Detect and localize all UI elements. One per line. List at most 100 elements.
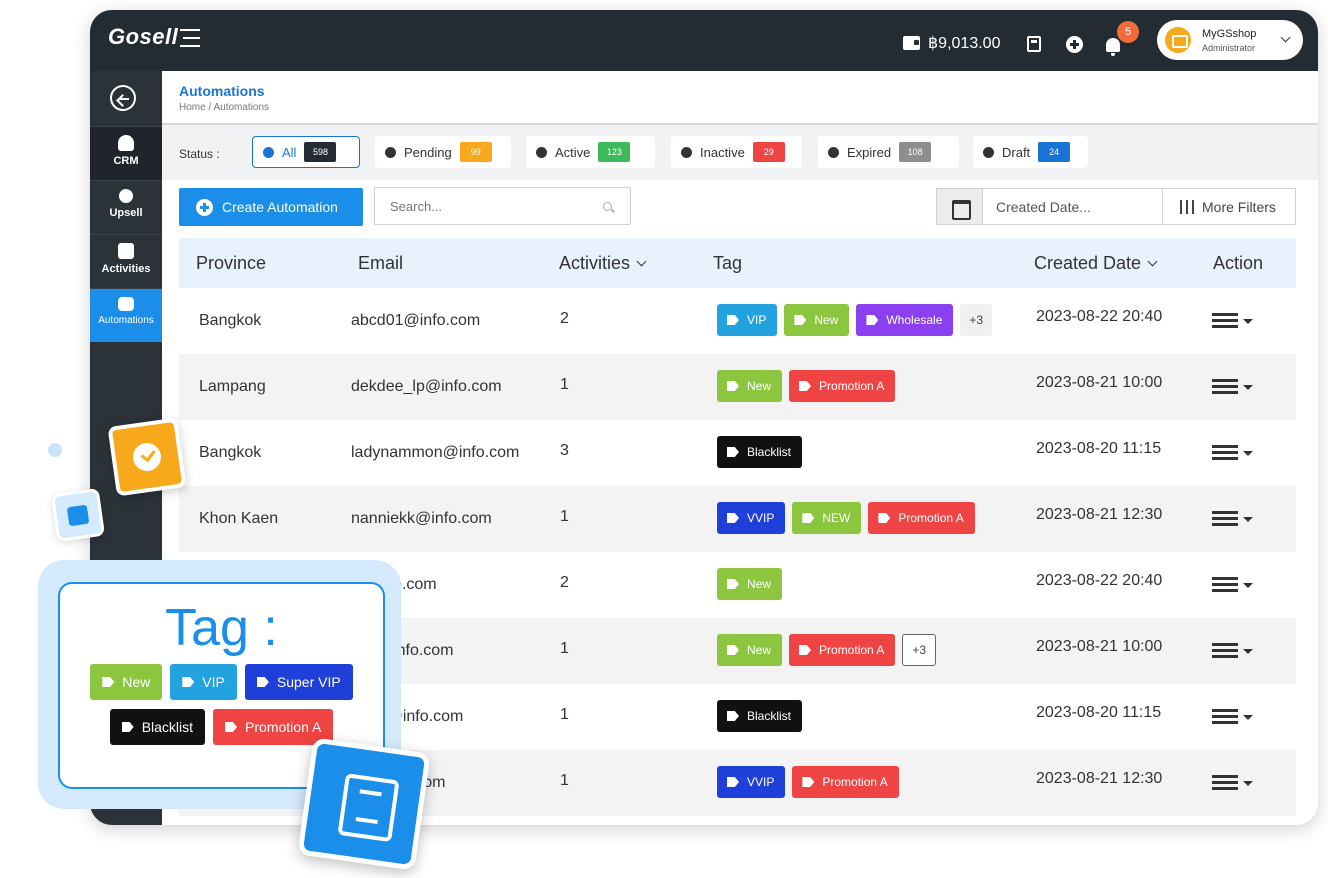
wallet-balance[interactable]: ฿9,013.00 [903,33,1000,53]
account-menu[interactable]: MyGSshop Administrator [1157,20,1303,60]
action-menu-icon[interactable] [1212,643,1253,659]
tag-icon [799,381,812,391]
status-filter-active[interactable]: Active 123 [526,136,655,168]
created-date-input[interactable]: Created Date... [983,188,1163,225]
tag-label: Wholesale [886,313,943,327]
cell-tags: New [717,568,783,600]
phone-icon [119,189,133,203]
column-created-date[interactable]: Created Date [1034,253,1158,274]
column-label: Created Date [1034,253,1142,273]
more-tags-button[interactable]: +3 [902,634,937,666]
search-input[interactable] [374,187,631,225]
status-filter-draft[interactable]: Draft 24 [973,136,1088,168]
status-filter-pending[interactable]: Pending 99 [375,136,511,168]
status-filter-inactive[interactable]: Inactive 29 [671,136,802,168]
action-menu-icon[interactable] [1212,709,1253,725]
tag-label: VVIP [747,511,775,525]
table-row[interactable]: Lampang dekdee_lp@info.com 1 New Promotion A… [179,354,1296,420]
action-menu-icon[interactable] [1212,577,1253,593]
action-menu-icon[interactable] [1212,511,1253,527]
tag-badge: New [90,664,163,700]
cell-province: Bangkok [199,444,262,461]
tag-icon [727,513,739,523]
tag-icon [256,677,269,687]
status-filter-label: All [282,144,297,160]
more-tags-button[interactable]: +3 [960,304,993,336]
clock-icon [385,146,396,158]
status-filter-bar: Status : All 598 Pending 99 Active 123 Inactiv… [162,125,1318,180]
tag-badge: New [717,370,783,402]
cell-created-date: 2023-08-21 12:30 [1036,506,1163,523]
account-role: Administrator [1202,43,1256,53]
sidebar-item-activities[interactable]: Activities [90,234,162,288]
tag-label: New [122,674,151,690]
toolbar: Create Automation Created Date... More F… [162,180,1318,238]
tag-icon [802,777,815,787]
status-count-badge: 598 [304,142,337,162]
tag-badge: VIP [170,664,237,700]
tag-icon [727,447,739,457]
tag-icon [225,722,238,732]
sidebar-item-upsell[interactable]: Upsell [90,180,162,234]
status-count-badge: 24 [1038,142,1071,162]
account-name: MyGSshop [1202,28,1257,40]
plus-circle-icon[interactable] [1066,36,1083,53]
calendar-icon[interactable] [936,188,983,225]
status-filter-all[interactable]: All 598 [252,136,360,168]
create-automation-button[interactable]: Create Automation [179,188,363,226]
tag-icon [102,677,115,687]
sidebar-item-crm[interactable]: CRM [90,126,162,180]
calendar-badge-icon [50,487,106,543]
cell-activities: 1 [560,706,569,723]
tag-label: Promotion A [245,719,322,735]
notification-badge: 5 [1117,21,1139,43]
action-menu-icon[interactable] [1212,379,1253,395]
cell-created-date: 2023-08-21 12:30 [1036,770,1163,787]
gosell-logo[interactable]: Gosell [108,24,201,50]
back-arrow-icon[interactable] [110,85,136,111]
tag-badge: Super VIP [244,664,353,700]
tag-badge: Promotion A [213,709,334,745]
check-circle-icon [536,146,547,158]
column-province: Province [196,253,267,273]
cell-activities: 1 [560,640,569,657]
table-row[interactable]: Bangkok abcd01@info.com 2 VIP New Wholesale +3… [179,288,1296,354]
filter-sliders-icon [1180,199,1194,214]
logo-lines-icon [180,29,201,48]
balance-amount: ฿9,013.00 [928,35,1001,52]
cell-tags: VVIP Promotion A [717,766,899,798]
cell-created-date: 2023-08-21 10:00 [1036,374,1163,391]
status-count-badge: 123 [598,142,631,162]
column-activities[interactable]: Activities [559,253,647,274]
tag-badge: New [717,634,783,666]
column-action: Action [1213,253,1264,273]
tag-label: New [747,577,772,591]
tag-label: VIP [747,313,767,327]
cell-tags: Blacklist [717,436,803,468]
cell-created-date: 2023-08-20 11:15 [1036,704,1162,721]
table-row[interactable]: Khon Kaen nanniekk@info.com 1 VVIP NEW Promot… [179,486,1296,552]
calculator-icon[interactable] [1027,36,1041,52]
tag-icon [802,513,815,523]
status-filter-label: Inactive [700,144,745,160]
column-tag: Tag [713,253,743,273]
breadcrumb[interactable]: Home / Automations [179,102,269,113]
cell-email: abcd01@info.com [351,312,481,329]
plus-circle-icon [196,198,213,216]
tag-label: Blacklist [747,445,792,459]
cell-email: nanniekk@info.com [351,510,492,527]
cell-created-date: 2023-08-22 20:40 [1036,308,1163,325]
table-row[interactable]: Bangkok ladynammon@info.com 3 Blacklist 2023… [179,420,1296,486]
tag-badge: New [717,568,783,600]
sidebar-item-automations[interactable]: Automations [90,288,162,342]
bell-icon[interactable] [1106,38,1120,56]
wallet-icon [903,36,920,50]
decorative-dot [48,443,62,457]
tag-badge: Wholesale [856,304,954,336]
more-filters-button[interactable]: More Filters [1162,188,1296,225]
action-menu-icon[interactable] [1212,445,1253,461]
tag-icon [794,315,807,325]
action-menu-icon[interactable] [1212,313,1253,329]
status-filter-expired[interactable]: Expired 108 [818,136,959,168]
action-menu-icon[interactable] [1212,775,1253,791]
